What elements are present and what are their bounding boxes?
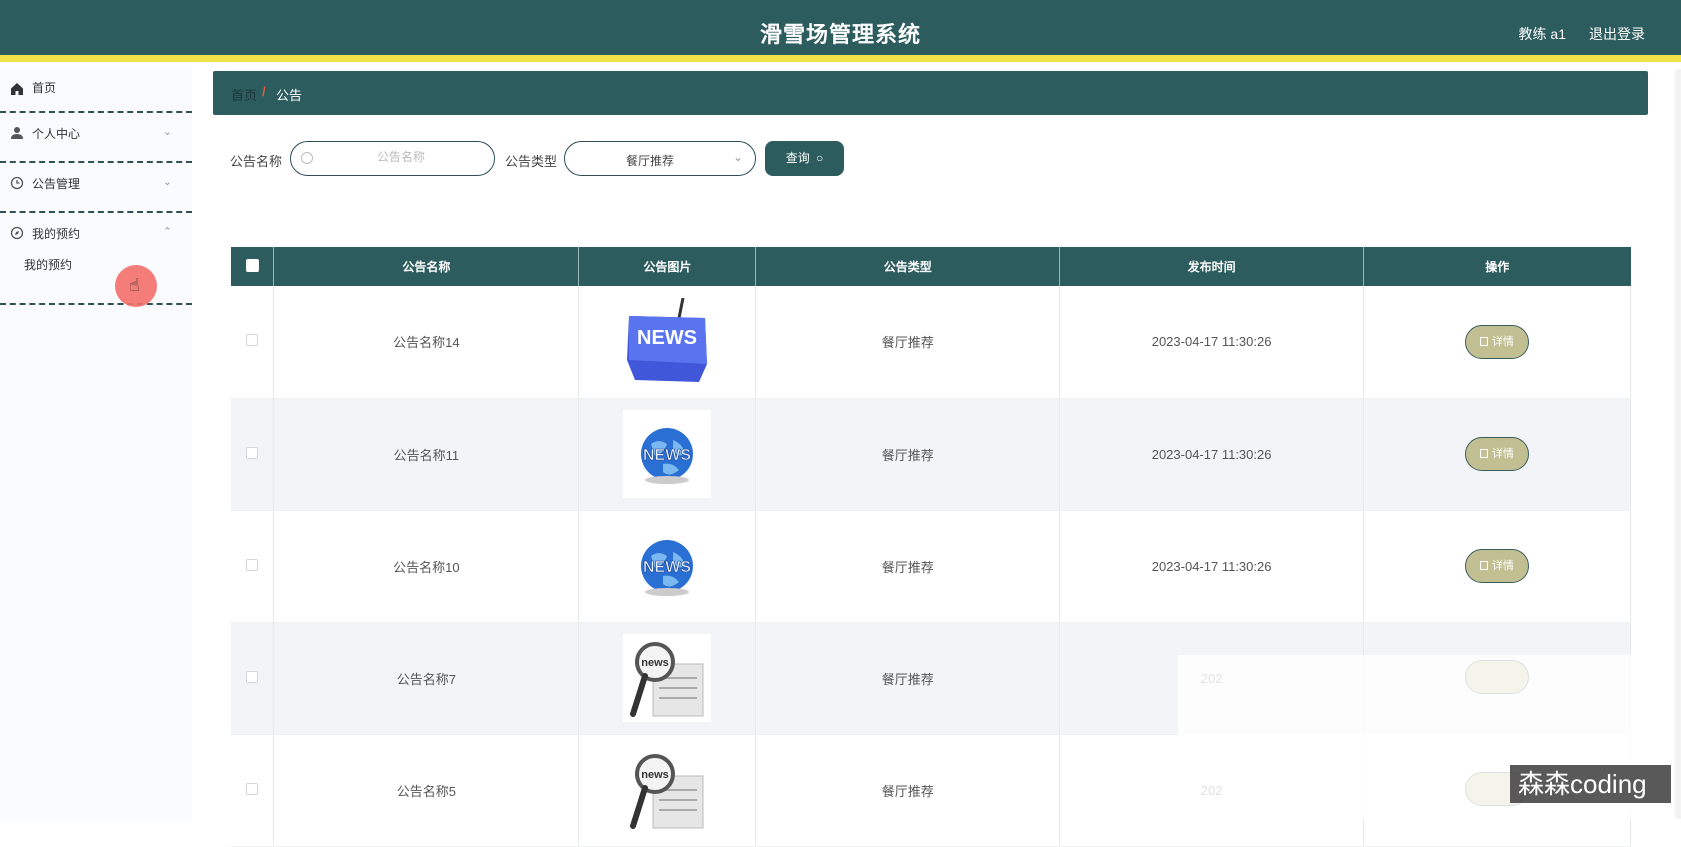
news-key-icon: NEWS [623,297,712,386]
announcement-image-cell: news [578,622,757,735]
page-scrollbar[interactable] [1675,69,1681,819]
announcement-name: 公告名称14 [273,286,580,399]
table-header-row: 公告名称 公告图片 公告类型 发布时间 操作 [231,247,1631,286]
clock-icon [10,176,24,190]
search-icon [301,152,313,164]
document-icon [1480,336,1489,346]
sidebar-item-home[interactable]: 首页 [0,69,192,113]
type-select[interactable]: 餐厅推荐 ⌄ [564,141,756,176]
row-checkbox[interactable] [246,782,259,795]
announcement-type: 餐厅推荐 [755,286,1061,399]
top-navbar: 滑雪场管理系统 教练 a1 退出登录 [0,0,1681,62]
compass-icon [10,226,24,240]
row-select-cell [231,510,275,623]
action-cell: 详情 [1363,286,1631,399]
news-magnifier-icon: news [623,634,712,722]
row-checkbox[interactable] [246,446,259,459]
announcement-type: 餐厅推荐 [755,510,1061,623]
current-user: 教练 a1 [1518,26,1566,42]
news-globe-icon: NEWS [623,410,712,498]
column-header: 操作 [1363,247,1631,286]
breadcrumb: 首页 / 公告 [213,71,1648,115]
video-watermark: 森森coding [1510,765,1671,803]
news-globe-icon: NEWS [623,522,712,610]
user-icon [11,127,23,139]
breadcrumb-separator: / [262,84,266,99]
detail-button[interactable]: 详情 [1465,437,1530,471]
announcement-type: 餐厅推荐 [755,622,1061,735]
announcement-image-cell: news [578,734,757,847]
select-all-checkbox[interactable] [245,258,259,272]
action-cell: 详情 [1363,398,1631,511]
document-icon [1480,561,1489,570]
chevron-down-icon: ⌄ [162,176,172,188]
detail-button[interactable]: 详情 [1465,549,1530,583]
breadcrumb-current: 公告 [276,88,303,103]
announcement-image-cell: NEWS [578,286,757,399]
column-header: 公告类型 [755,247,1061,286]
action-cell: 详情 [1363,510,1631,623]
row-select-cell [231,286,275,399]
logout-link[interactable]: 退出登录 [1589,24,1645,44]
table-row: 公告名称11 NEWS 餐厅推荐 2023-04-17 11:30:26 详情 [231,398,1631,511]
select-all-cell [231,247,275,286]
table-row: 公告名称14 NEWS 餐厅推荐 2023-04-17 11:30:26 详情 [231,286,1631,399]
svg-text:news: news [642,657,670,669]
publish-time: 2023-04-17 11:30:26 [1059,510,1365,623]
search-icon: ○ [816,151,824,165]
announcement-image-cell: NEWS [578,398,757,511]
publish-time: 2023-04-17 11:30:26 [1059,398,1365,511]
announcement-type: 餐厅推荐 [755,398,1061,511]
announcement-name: 公告名称7 [273,622,580,735]
announcement-image-cell: NEWS [578,510,757,623]
hand-cursor-icon: ☝ [129,275,140,295]
sidebar-item-label: 个人中心 [32,127,81,141]
sidebar-item-label: 公告管理 [32,177,81,191]
sidebar-item-profile[interactable]: 个人中心 ⌄ [0,113,192,163]
home-icon [11,83,23,95]
svg-text:NEWS: NEWS [643,447,691,464]
row-select-cell [231,622,275,735]
row-select-cell [231,734,275,847]
svg-text:NEWS: NEWS [643,559,691,576]
table-row: 公告名称10 NEWS 餐厅推荐 2023-04-17 11:30:26 详情 [231,510,1631,623]
detail-button[interactable]: 详情 [1465,324,1530,359]
query-button-label: 查询 [785,151,810,165]
announcement-name: 公告名称10 [273,510,580,623]
row-select-cell [231,398,275,511]
sidebar-item-announcements[interactable]: 公告管理 ⌄ [0,163,192,213]
name-filter-label: 公告名称 [230,154,283,169]
name-search-field[interactable] [290,141,495,176]
row-checkbox[interactable] [246,558,259,571]
row-checkbox[interactable] [246,670,259,683]
detail-button-label: 详情 [1492,335,1515,348]
column-header: 发布时间 [1059,247,1365,286]
document-icon [1480,449,1489,458]
announcement-type: 餐厅推荐 [755,734,1061,847]
sidebar-item-label: 我的预约 [32,227,81,241]
publish-time: 2023-04-17 11:30:26 [1059,286,1365,399]
sidebar: 首页 个人中心 ⌄ 公告管理 ⌄ 我的预约 ⌃ 我的预约 ☝ [0,69,192,819]
svg-text:NEWS: NEWS [637,327,697,349]
column-header: 公告名称 [273,247,580,286]
query-button[interactable]: 查询 ○ [765,141,844,176]
row-checkbox[interactable] [246,334,259,347]
chevron-down-icon: ⌄ [162,126,172,138]
sidebar-item-label: 首页 [32,81,57,95]
type-filter-label: 公告类型 [505,154,558,169]
chevron-down-icon: ⌄ [732,150,743,164]
svg-text:news: news [642,769,670,781]
app-title: 滑雪场管理系统 [759,22,921,47]
detail-button-label: 详情 [1492,560,1515,572]
breadcrumb-home[interactable]: 首页 [231,85,257,104]
detail-button-label: 详情 [1492,448,1515,460]
announcement-name: 公告名称5 [273,734,580,847]
column-header: 公告图片 [578,247,757,286]
chevron-up-icon: ⌃ [162,226,172,238]
name-search-input[interactable] [321,150,481,164]
sidebar-item-reservations[interactable]: 我的预约 ⌃ 我的预约 [0,213,192,305]
news-magnifier-icon: news [623,746,712,834]
announcement-name: 公告名称11 [273,398,580,511]
type-select-value: 餐厅推荐 [625,154,674,168]
